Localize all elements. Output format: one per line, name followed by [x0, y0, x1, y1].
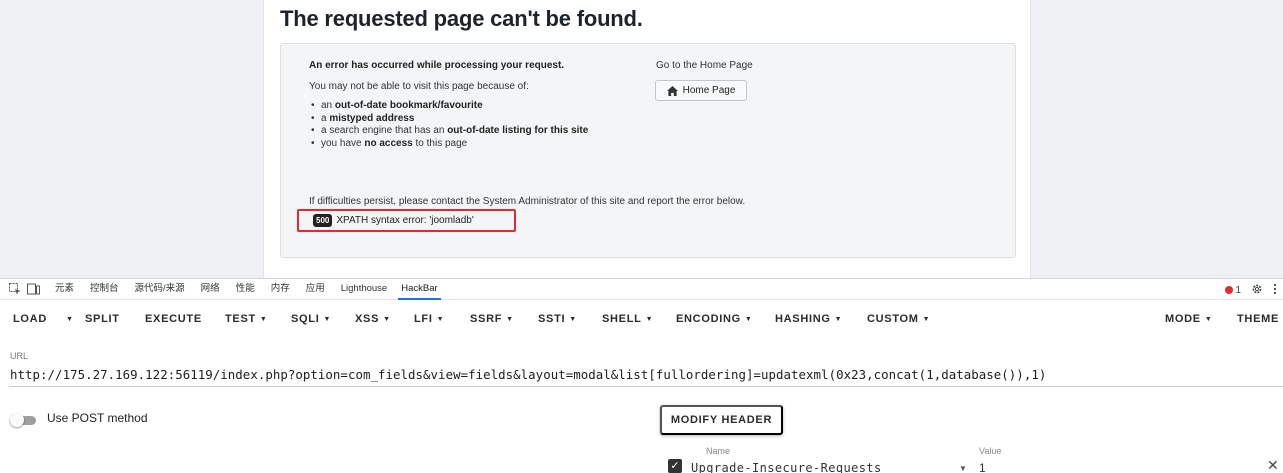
tab-console[interactable]: 控制台	[89, 278, 120, 300]
home-page-button[interactable]: Home Page	[655, 80, 747, 101]
split-button[interactable]: SPLIT	[85, 313, 120, 325]
modify-header-button[interactable]: MODIFY HEADER	[660, 405, 783, 435]
more-vertical-icon[interactable]	[1273, 283, 1277, 298]
home-icon	[666, 85, 678, 96]
tab-sources[interactable]: 源代码/来源	[134, 278, 186, 300]
lfi-menu[interactable]: LFI ▼	[414, 313, 444, 325]
home-page-button-label: Home Page	[682, 85, 736, 96]
encoding-menu[interactable]: ENCODING ▼	[676, 313, 753, 325]
error-count: 1	[1235, 284, 1241, 296]
error-intro: You may not be able to visit this page b…	[309, 81, 529, 92]
ssrf-menu[interactable]: SSRF ▼	[470, 313, 514, 325]
chevron-down-icon: ▼	[323, 316, 332, 323]
devtools-actions: 1	[1225, 279, 1277, 301]
header-value-label: Value	[979, 446, 1002, 456]
chevron-down-icon: ▼	[436, 316, 445, 323]
home-page-label: Go to the Home Page	[656, 60, 753, 71]
page-title: The requested page can't be found.	[280, 6, 643, 31]
sqli-menu[interactable]: SQLI ▼	[291, 313, 331, 325]
page-card: The requested page can't be found. An er…	[263, 0, 1031, 278]
tab-network[interactable]: 网络	[200, 278, 221, 300]
execute-button[interactable]: EXECUTE	[145, 313, 202, 325]
test-menu[interactable]: TEST ▼	[225, 313, 268, 325]
url-input-underline	[10, 386, 1283, 387]
error-box: An error has occurred while processing y…	[280, 43, 1016, 258]
shell-menu[interactable]: SHELL ▼	[602, 313, 653, 325]
hashing-menu[interactable]: HASHING ▼	[775, 313, 842, 325]
reasons-list: an out-of-date bookmark/favourite a mist…	[309, 100, 588, 150]
web-page: The requested page can't be found. An er…	[0, 0, 1283, 278]
header-enabled-checkbox[interactable]: ✓	[668, 459, 682, 473]
hackbar-toolbar: LOAD ▼ SPLIT EXECUTE TEST ▼ SQLI ▼ XSS ▼ LF…	[0, 300, 1283, 338]
inspect-icon[interactable]	[8, 283, 21, 295]
chevron-down-icon: ▼	[569, 316, 577, 323]
custom-menu[interactable]: CUSTOM ▼	[867, 313, 930, 325]
devtools-tab-bar: 元素 控制台 源代码/来源 网络 性能 内存 应用 Lighthouse Hac…	[0, 278, 1283, 300]
chevron-down-icon[interactable]: ▼	[959, 464, 967, 473]
list-item: you have no access to this page	[309, 138, 588, 151]
tab-hackbar[interactable]: HackBar	[398, 278, 441, 300]
header-name-label: Name	[706, 446, 731, 456]
list-item: a search engine that has an out-of-date …	[309, 125, 588, 138]
chevron-down-icon: ▼	[834, 316, 843, 323]
tab-performance[interactable]: 性能	[235, 278, 256, 300]
error-counter[interactable]: 1	[1225, 285, 1241, 296]
error-heading: An error has occurred while processing y…	[309, 60, 565, 71]
chevron-down-icon: ▼	[506, 316, 514, 323]
chevron-down-icon: ▼	[1204, 316, 1213, 323]
list-item: a mistyped address	[309, 113, 588, 126]
tab-lighthouse[interactable]: Lighthouse	[340, 278, 388, 300]
mode-menu[interactable]: MODE ▼	[1165, 313, 1212, 325]
toggle-knob	[10, 413, 24, 427]
xss-menu[interactable]: XSS ▼	[355, 313, 391, 325]
error-message: XPATH syntax error: 'joomladb'	[336, 215, 474, 226]
post-method-label: Use POST method	[47, 411, 148, 425]
error-icon	[1225, 286, 1234, 294]
device-toggle-icon[interactable]	[27, 283, 40, 295]
load-menu-button[interactable]: ▼	[62, 313, 74, 325]
url-label: URL	[10, 351, 29, 361]
chevron-down-icon: ▼	[259, 316, 268, 323]
chevron-down-icon: ▼	[922, 316, 931, 323]
close-icon[interactable]: ✕	[1267, 457, 1279, 473]
ssti-menu[interactable]: SSTI ▼	[538, 313, 577, 325]
gear-icon[interactable]	[1251, 283, 1263, 298]
load-button[interactable]: LOAD	[13, 313, 47, 325]
persist-text: If difficulties persist, please contact …	[309, 196, 746, 207]
url-input[interactable]: http://175.27.169.122:56119/index.php?op…	[10, 367, 1046, 382]
error-code-badge: 500	[313, 214, 333, 227]
chevron-down-icon: ▼	[383, 316, 391, 323]
tab-application[interactable]: 应用	[305, 278, 326, 300]
header-value-field[interactable]: 1	[979, 461, 986, 473]
list-item: an out-of-date bookmark/favourite	[309, 100, 588, 113]
post-method-toggle[interactable]	[10, 413, 38, 427]
header-name-field[interactable]: Upgrade-Insecure-Requests	[691, 461, 882, 473]
theme-menu[interactable]: THEME	[1237, 313, 1279, 325]
tab-elements[interactable]: 元素	[54, 278, 75, 300]
chevron-down-icon: ▼	[66, 316, 74, 323]
chevron-down-icon: ▼	[645, 316, 654, 323]
tab-memory[interactable]: 内存	[270, 278, 291, 300]
error-message-box: 500 XPATH syntax error: 'joomladb'	[297, 209, 516, 232]
chevron-down-icon: ▼	[744, 316, 753, 323]
